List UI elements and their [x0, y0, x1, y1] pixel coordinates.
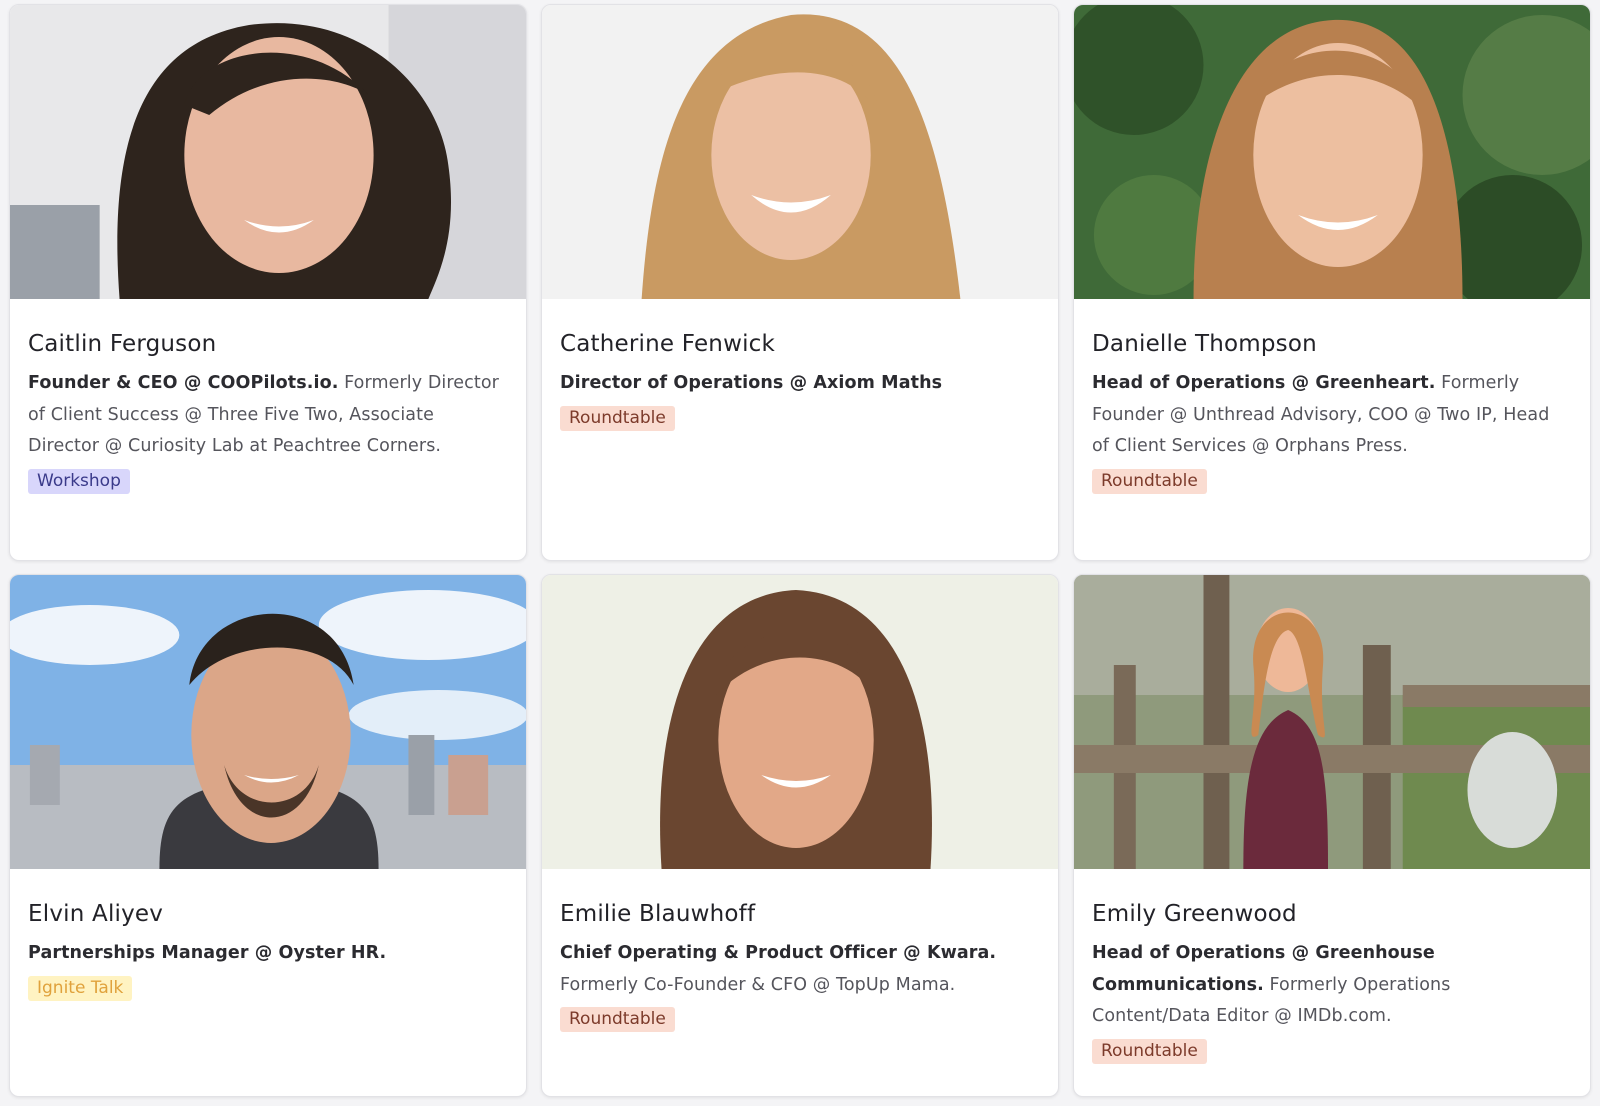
speaker-bio: Chief Operating & Product Officer @ Kwar… [560, 938, 1040, 1001]
speaker-bio: Head of Operations @ Greenheart. Formerl… [1092, 368, 1572, 463]
speaker-bio: Founder & CEO @ COOPilots.io. Formerly D… [28, 368, 508, 463]
speaker-detail: Formerly Co-Founder & CFO @ TopUp Mama. [560, 974, 956, 995]
speaker-card[interactable]: Danielle Thompson Head of Operations @ G… [1073, 4, 1591, 561]
session-tag[interactable]: Ignite Talk [28, 975, 133, 1001]
speaker-photo [542, 575, 1058, 869]
speaker-role: Chief Operating & Product Officer @ Kwar… [560, 943, 997, 963]
speaker-name: Emily Greenwood [1092, 901, 1297, 927]
speaker-card[interactable]: Emily Greenwood Head of Operations @ Gre… [1073, 574, 1591, 1097]
speaker-role: Head of Operations @ Greenheart. [1092, 373, 1436, 393]
speaker-role: Founder & CEO @ COOPilots.io. [28, 373, 339, 393]
session-tag[interactable]: Workshop [28, 468, 130, 494]
speaker-card[interactable]: Catherine Fenwick Director of Operations… [541, 4, 1059, 561]
session-tag[interactable]: Roundtable [1092, 468, 1207, 494]
speaker-grid: Caitlin Ferguson Founder & CEO @ COOPilo… [9, 4, 1591, 1097]
speaker-role: Director of Operations @ Axiom Maths [560, 373, 943, 393]
speaker-bio: Partnerships Manager @ Oyster HR. [28, 938, 508, 970]
speaker-photo [10, 575, 526, 869]
speaker-photo [1074, 5, 1590, 299]
speaker-card[interactable]: Emilie Blauwhoff Chief Operating & Produ… [541, 574, 1059, 1097]
speaker-photo [10, 5, 526, 299]
speaker-role: Partnerships Manager @ Oyster HR. [28, 943, 387, 963]
speaker-name: Caitlin Ferguson [28, 331, 217, 357]
speaker-name: Elvin Aliyev [28, 901, 164, 927]
speaker-bio: Head of Operations @ Greenhouse Communic… [1092, 938, 1572, 1033]
speaker-photo [1074, 575, 1590, 869]
speaker-name: Catherine Fenwick [560, 331, 776, 357]
speaker-card[interactable]: Caitlin Ferguson Founder & CEO @ COOPilo… [9, 4, 527, 561]
session-tag[interactable]: Roundtable [560, 1007, 675, 1032]
session-tag[interactable]: Roundtable [1092, 1038, 1207, 1064]
session-tag[interactable]: Roundtable [560, 405, 675, 431]
speaker-photo [542, 5, 1058, 299]
speaker-bio: Director of Operations @ Axiom Maths [560, 368, 1040, 400]
speaker-name: Emilie Blauwhoff [560, 901, 756, 927]
speaker-name: Danielle Thompson [1092, 331, 1317, 357]
speaker-card[interactable]: Elvin Aliyev Partnerships Manager @ Oyst… [9, 574, 527, 1097]
